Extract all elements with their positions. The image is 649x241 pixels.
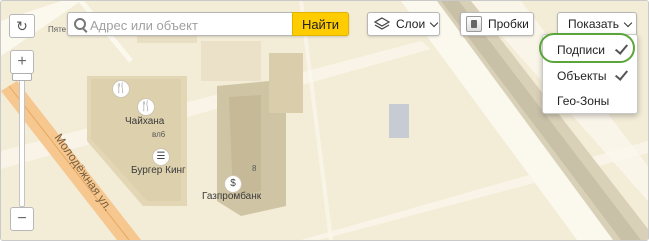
show-menu: Подписи Объекты Гео-Зоны (542, 34, 638, 114)
zoom-in-button[interactable]: + (10, 50, 34, 74)
search-input[interactable] (88, 15, 292, 35)
layers-icon (374, 17, 390, 30)
check-icon (614, 67, 629, 81)
show-label: Показать (568, 17, 620, 31)
menu-item-label: Гео-Зоны (557, 94, 610, 108)
map-widget: Пяте 🍴 🍴 Чайхана вл6 ☰ Бургер Кинг 8 $ Г… (0, 0, 649, 241)
search-icon (74, 18, 86, 30)
zoom-out-button[interactable]: − (10, 207, 34, 231)
traffic-button[interactable]: Пробки (460, 12, 534, 36)
minus-icon: − (17, 210, 27, 227)
cafe-icon[interactable]: 🍴 (112, 80, 130, 98)
layers-button[interactable]: Слои (367, 12, 440, 36)
find-button[interactable]: Найти (292, 12, 349, 36)
chevron-down-icon (623, 18, 633, 27)
cafe-icon[interactable]: 🍴 (137, 98, 155, 116)
menu-item-label: Объекты (557, 69, 607, 83)
building-number: 8 (252, 164, 257, 173)
search-box: Найти (67, 12, 349, 36)
menu-item-label: Подписи (557, 43, 605, 57)
menu-item-labels[interactable]: Подписи (543, 39, 639, 61)
fast-food-icon[interactable]: ☰ (152, 148, 170, 166)
menu-item-objects[interactable]: Объекты (543, 65, 639, 87)
plus-icon: + (17, 53, 27, 70)
place-house-number: вл6 (152, 130, 166, 139)
menu-item-geo-zones[interactable]: Гео-Зоны (543, 90, 639, 112)
place-label-gazprombank[interactable]: Газпромбанк (202, 191, 261, 202)
route-icon: ↻ (16, 17, 28, 34)
zoom-slider-handle[interactable] (12, 73, 32, 81)
place-label-burger-king[interactable]: Бургер Кинг (131, 165, 186, 176)
layers-label: Слои (396, 17, 426, 31)
map-label-partial: Пяте (48, 25, 67, 34)
traffic-label: Пробки (488, 17, 529, 31)
place-label-chaikhana[interactable]: Чайхана (125, 116, 164, 127)
traffic-icon (466, 16, 482, 32)
zoom-slider-track[interactable] (19, 79, 25, 207)
show-button[interactable]: Показать (557, 12, 637, 36)
check-icon (614, 41, 629, 55)
chevron-down-icon (429, 18, 439, 27)
route-button[interactable]: ↻ (9, 14, 35, 38)
